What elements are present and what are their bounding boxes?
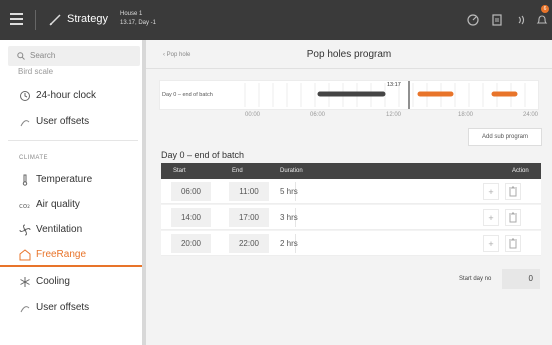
- bell-icon[interactable]: [535, 13, 549, 27]
- add-sub-program-button[interactable]: Add sub program: [468, 128, 542, 146]
- sidebar-item-24-hour-clock[interactable]: 24-hour clock: [0, 84, 142, 108]
- sidebar-item-label: User offsets: [36, 116, 90, 127]
- start-time-field[interactable]: 06:00: [171, 182, 211, 201]
- sidebar-item-cutoff[interactable]: Bird scale: [18, 67, 53, 76]
- sidebar-item-temperature[interactable]: Temperature: [0, 168, 142, 192]
- sidebar-item-label: Air quality: [36, 199, 80, 210]
- house-name: House 1: [120, 11, 143, 17]
- top-bar: Strategy House 1 13.17, Day -1 6: [0, 0, 552, 40]
- duration-cell: [295, 182, 485, 201]
- column-duration: Duration: [280, 168, 303, 174]
- sidebar-item-user-offsets[interactable]: User offsets: [0, 110, 142, 134]
- sidebar-item-label: 24-hour clock: [36, 90, 97, 101]
- sidebar-item-label: Temperature: [36, 174, 93, 185]
- divider: [35, 10, 36, 30]
- signal-icon[interactable]: [515, 13, 529, 27]
- page-title: Pop holes program: [306, 49, 392, 60]
- add-row-button[interactable]: +: [483, 235, 499, 252]
- timeline-track: [244, 81, 526, 109]
- tick-label: 12:00: [386, 112, 402, 118]
- house-time-day: 13.17, Day -1: [120, 20, 157, 26]
- delete-row-button[interactable]: [505, 235, 521, 252]
- notification-badge: 6: [541, 5, 549, 13]
- sidebar-item-cooling[interactable]: Cooling: [0, 270, 142, 294]
- table-row: 14:00 17:00 3 hrs +: [161, 205, 541, 230]
- clock-icon: [20, 91, 30, 101]
- search-placeholder: Search: [30, 51, 56, 60]
- timeline-chart[interactable]: Day 0 – end of batch: [159, 80, 539, 110]
- end-time-field[interactable]: 22:00: [229, 234, 269, 253]
- house-info[interactable]: House 1 13.17, Day -1: [120, 10, 156, 28]
- freerange-icon: [19, 249, 31, 261]
- sidebar-item-label: Ventilation: [36, 224, 83, 235]
- column-end: End: [232, 168, 243, 174]
- delete-row-button[interactable]: [505, 209, 521, 226]
- table-header: Start End Duration Action: [161, 163, 541, 179]
- app-title[interactable]: Strategy: [67, 13, 108, 25]
- add-row-button[interactable]: +: [483, 183, 499, 200]
- fan-icon: [19, 224, 31, 236]
- search-icon: [17, 52, 25, 60]
- sidebar-item-ventilation[interactable]: Ventilation: [0, 218, 142, 242]
- sidebar-item-label: User offsets: [36, 302, 90, 313]
- main-content: ‹ Pop hole Pop holes program Day 0 – end…: [146, 40, 552, 345]
- end-time-field[interactable]: 17:00: [229, 208, 269, 227]
- snowflake-icon: [20, 277, 30, 287]
- offsets-icon: [20, 306, 30, 313]
- start-time-field[interactable]: 20:00: [171, 234, 211, 253]
- start-time-field[interactable]: 14:00: [171, 208, 211, 227]
- thermometer-icon: [22, 174, 28, 186]
- section-heading: Day 0 – end of batch: [161, 150, 245, 160]
- strategy-icon: [49, 14, 61, 26]
- svg-text:co₂: co₂: [19, 202, 30, 210]
- duration-cell: [295, 234, 485, 253]
- delete-row-button[interactable]: [505, 183, 521, 200]
- section-heading-climate: CLIMATE: [19, 155, 49, 161]
- tick-label: 18:00: [458, 112, 474, 118]
- trash-icon: [509, 212, 517, 223]
- report-icon[interactable]: [490, 13, 504, 27]
- sidebar: Search Bird scale 24-hour clock User off…: [0, 40, 146, 345]
- section-divider: [8, 140, 138, 141]
- sidebar-item-freerange[interactable]: FreeRange: [0, 243, 142, 267]
- menu-icon[interactable]: [10, 13, 23, 25]
- header-divider: [146, 68, 552, 69]
- duration-value: 3 hrs: [280, 213, 298, 222]
- duration-cell: [295, 208, 485, 227]
- trash-icon: [509, 238, 517, 249]
- air-quality-icon: co₂: [19, 202, 30, 210]
- search-input[interactable]: Search: [8, 46, 140, 66]
- sidebar-item-air-quality[interactable]: co₂ Air quality: [0, 193, 142, 217]
- sidebar-item-label: FreeRange: [36, 249, 87, 260]
- end-time-field[interactable]: 11:00: [229, 182, 269, 201]
- sidebar-item-label: Cooling: [36, 276, 70, 287]
- now-time-label: 13:17: [387, 82, 401, 88]
- tick-label: 00:00: [245, 112, 261, 118]
- offsets-icon: [20, 120, 30, 127]
- duration-value: 5 hrs: [280, 187, 298, 196]
- start-day-input[interactable]: 0: [502, 269, 540, 289]
- gauge-icon[interactable]: [466, 13, 480, 27]
- column-start: Start: [173, 168, 186, 174]
- tick-label: 06:00: [310, 112, 326, 118]
- start-day-label: Start day no: [459, 276, 492, 282]
- column-action: Action: [512, 168, 529, 174]
- table-row: 06:00 11:00 5 hrs +: [161, 179, 541, 204]
- table-row: 20:00 22:00 2 hrs +: [161, 231, 541, 256]
- duration-value: 2 hrs: [280, 239, 298, 248]
- tick-label: 24:00: [523, 112, 539, 118]
- sidebar-item-user-offsets-climate[interactable]: User offsets: [0, 296, 142, 320]
- add-row-button[interactable]: +: [483, 209, 499, 226]
- trash-icon: [509, 186, 517, 197]
